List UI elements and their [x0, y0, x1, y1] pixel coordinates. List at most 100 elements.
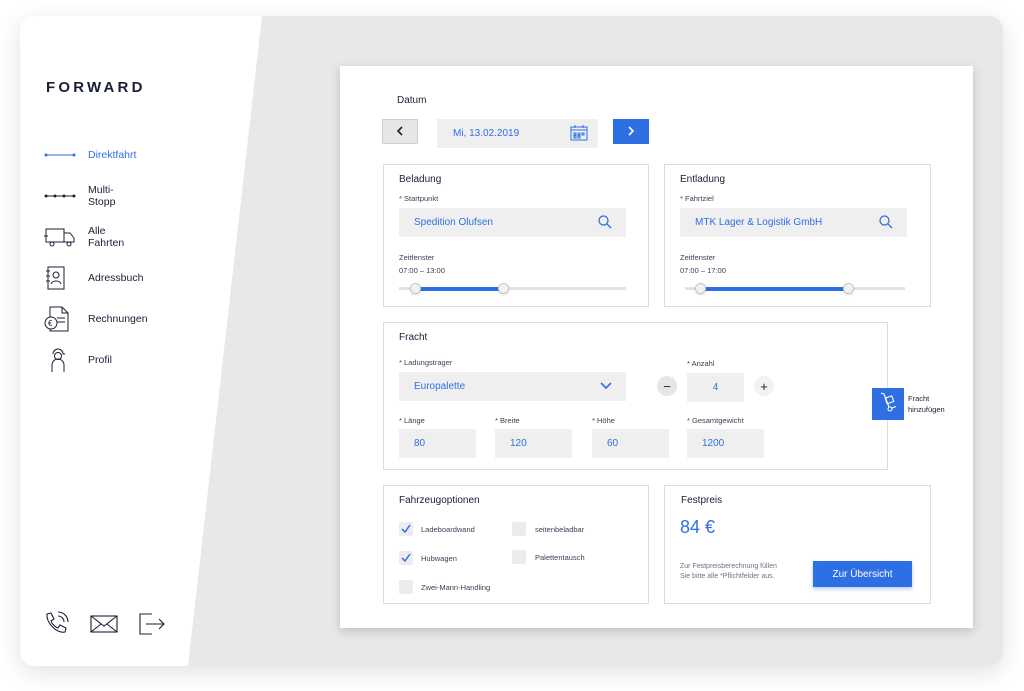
loading-panel: Beladung * Startpunkt Spedition Olufsen …	[383, 164, 649, 307]
price-hint-line-1: Zur Festpreisberechnung füllen	[680, 563, 777, 570]
nav-label: Adressbuch	[88, 272, 144, 284]
freight-panel: Fracht * Ladungstrager Europalette − * A…	[383, 322, 888, 470]
nav-label: Rechnungen	[88, 313, 148, 325]
app-window: FORWARD Direktfahrt Multi-Stopp Alle Fah…	[20, 16, 1003, 666]
date-value: Mi, 13.02.2019	[453, 128, 520, 139]
nav-item-adressbuch[interactable]: Adressbuch	[44, 265, 143, 291]
loading-window-label: Zeitfenster	[399, 253, 435, 262]
nav-item-alle-fahrten[interactable]: Alle Fahrten	[44, 224, 124, 250]
weight-input[interactable]: 1200	[687, 429, 764, 458]
start-label: * Startpunkt	[399, 194, 439, 203]
freight-title: Fracht	[399, 332, 428, 343]
option-label: Hubwagen	[421, 554, 457, 563]
checkmark-icon	[401, 520, 411, 538]
width-value: 120	[510, 438, 527, 449]
loading-window-value: 07:00 – 13:00	[399, 266, 445, 275]
carrier-value: Europalette	[414, 381, 466, 392]
option-label: seitenbeladbar	[535, 525, 585, 534]
nav-item-rechnungen[interactable]: € Rechnungen	[44, 306, 148, 332]
length-input[interactable]: 80	[399, 429, 476, 458]
start-input[interactable]: Spedition Olufsen	[399, 208, 626, 237]
nav-label: Alle Fahrten	[88, 225, 125, 249]
destination-label: * Fahrtziel	[680, 194, 714, 203]
plus-icon: +	[760, 378, 768, 394]
mail-icon[interactable]	[90, 610, 118, 638]
width-label: * Breite	[495, 416, 520, 425]
address-book-icon	[44, 265, 76, 291]
search-icon[interactable]	[879, 215, 893, 232]
length-label: * Länge	[399, 416, 425, 425]
unloading-panel: Entladung * Fahrtziel MTK Lager & Logist…	[664, 164, 931, 307]
checkbox-seitenbeladbar[interactable]	[512, 522, 526, 536]
price-panel: Festpreis 84 € Zur Festpreisberechnung f…	[664, 485, 931, 604]
checkmark-icon	[401, 549, 411, 567]
slider-end-handle[interactable]	[842, 283, 854, 294]
slider-range	[700, 286, 848, 291]
add-freight-button[interactable]	[872, 388, 904, 420]
price-value: 84 €	[680, 517, 716, 537]
direct-route-icon	[44, 142, 76, 168]
carrier-select[interactable]: Europalette	[399, 372, 626, 401]
price-hint-line-2: Sie bitte alle *Pflichtfelder aus.	[680, 573, 775, 580]
length-value: 80	[414, 438, 426, 449]
loading-time-slider[interactable]	[399, 283, 626, 294]
count-value: 4	[712, 382, 719, 393]
profile-icon	[44, 347, 76, 373]
hand-truck-icon	[879, 391, 897, 417]
add-freight-label-line-2: hinzufügen	[908, 405, 945, 414]
checkbox-ladeboardwand[interactable]	[399, 522, 413, 536]
count-label: * Anzahl	[687, 359, 715, 368]
search-icon[interactable]	[598, 215, 612, 232]
add-freight-label-line-1: Fracht	[908, 394, 930, 403]
slider-start-handle[interactable]	[409, 283, 421, 294]
count-input[interactable]: 4	[687, 373, 744, 402]
sidebar-footer	[42, 610, 166, 638]
weight-value: 1200	[702, 438, 725, 449]
previous-day-button[interactable]	[382, 119, 418, 144]
checkbox-hubwagen[interactable]	[399, 551, 413, 565]
slider-end-handle[interactable]	[498, 283, 510, 294]
start-value: Spedition Olufsen	[414, 217, 493, 228]
chevron-left-icon	[396, 123, 404, 141]
price-title: Festpreis	[681, 495, 723, 506]
nav-item-profil[interactable]: Profil	[44, 347, 112, 373]
chevron-down-icon	[600, 381, 612, 394]
add-freight-label[interactable]: Fracht hinzufügen	[908, 393, 968, 415]
unloading-time-slider[interactable]	[685, 283, 905, 294]
nav-label: Direktfahrt	[88, 149, 137, 161]
unloading-title: Entladung	[680, 174, 726, 185]
vehicle-options-title: Fahrzeugoptionen	[399, 495, 480, 506]
height-input[interactable]: 60	[592, 429, 669, 458]
logout-icon[interactable]	[138, 610, 166, 638]
height-label: * Höhe	[592, 416, 615, 425]
option-label: Palettentausch	[535, 553, 585, 562]
height-value: 60	[607, 438, 619, 449]
nav-label: Profil	[88, 354, 112, 366]
vehicle-options-panel: Fahrzeugoptionen Ladeboardwand seitenbel…	[383, 485, 649, 604]
phone-icon[interactable]	[42, 610, 70, 638]
increase-count-button[interactable]: +	[754, 376, 774, 396]
date-label: Datum	[397, 95, 427, 106]
checkbox-palettentausch[interactable]	[512, 550, 526, 564]
next-day-button[interactable]	[613, 119, 649, 144]
date-field[interactable]: Mi, 13.02.2019	[437, 119, 598, 148]
truck-icon	[44, 224, 76, 250]
chevron-right-icon	[627, 123, 635, 141]
brand-logo[interactable]: FORWARD	[46, 79, 146, 96]
option-label: Ladeboardwand	[421, 525, 475, 534]
calendar-icon[interactable]	[570, 125, 588, 144]
nav-item-direktfahrt[interactable]: Direktfahrt	[44, 142, 136, 168]
price-hint: Zur Festpreisberechnung füllen Sie bitte…	[680, 562, 812, 582]
minus-icon: −	[663, 378, 671, 394]
checkbox-zwei-mann-handling[interactable]	[399, 580, 413, 594]
decrease-count-button[interactable]: −	[657, 376, 677, 396]
svg-text:€: €	[48, 319, 53, 328]
slider-range	[414, 286, 504, 291]
destination-input[interactable]: MTK Lager & Logistik GmbH	[680, 208, 907, 237]
unloading-window-label: Zeitfenster	[680, 253, 716, 262]
multi-stop-icon	[44, 183, 76, 209]
width-input[interactable]: 120	[495, 429, 572, 458]
slider-start-handle[interactable]	[695, 283, 707, 294]
overview-button[interactable]: Zur Übersicht	[813, 561, 912, 587]
nav-item-multi-stopp[interactable]: Multi-Stopp	[44, 183, 115, 209]
